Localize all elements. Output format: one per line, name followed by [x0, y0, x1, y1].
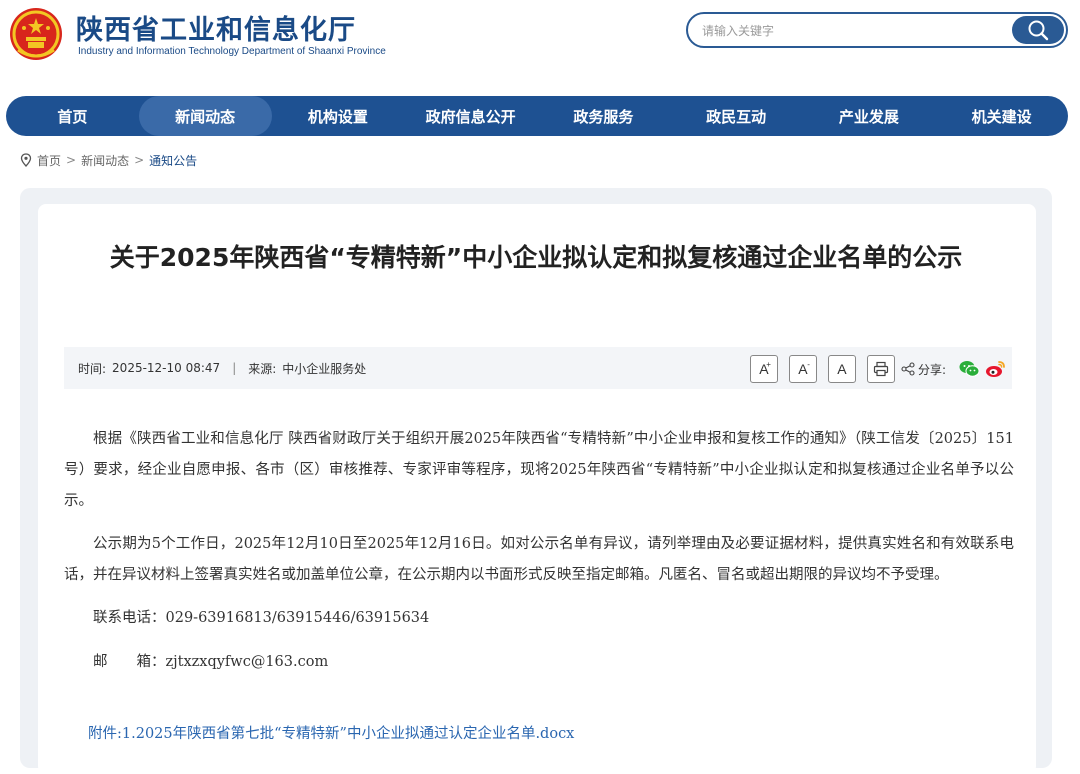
publish-time: 2025-12-10 08:47	[112, 361, 221, 375]
font-increase-sup: +	[766, 360, 771, 369]
weibo-icon[interactable]	[984, 358, 1006, 380]
breadcrumb: 首页 > 新闻动态 > 通知公告	[20, 150, 197, 170]
breadcrumb-separator: >	[134, 153, 145, 167]
nav-item-industry[interactable]: 产业发展	[803, 96, 936, 136]
font-reset-label: A	[837, 361, 847, 377]
breadcrumb-home[interactable]: 首页	[37, 152, 61, 169]
national-emblem-icon	[10, 8, 62, 60]
nav-item-gov-info[interactable]: 政府信息公开	[404, 96, 537, 136]
contact-phone: 联系电话：029-63916813/63915446/63915634	[93, 610, 430, 626]
nav-item-news[interactable]: 新闻动态	[138, 96, 272, 136]
nav-item-home[interactable]: 首页	[6, 96, 139, 136]
font-decrease-sup: -	[807, 360, 810, 369]
article-paragraph: 根据《陕西省工业和信息化厅 陕西省财政厅关于组织开展2025年陕西省“专精特新”…	[64, 431, 1014, 509]
nav-item-interaction[interactable]: 政民互动	[670, 96, 803, 136]
search-icon	[1028, 20, 1049, 41]
print-icon	[873, 361, 889, 377]
breadcrumb-separator: >	[66, 153, 77, 167]
site-subtitle: Industry and Information Technology Depa…	[78, 46, 386, 57]
search-button[interactable]	[1012, 16, 1064, 44]
share-label: 分享:	[917, 362, 946, 377]
wechat-icon[interactable]	[958, 358, 980, 380]
share-area: 分享:	[901, 361, 946, 378]
nav-item-gov-service[interactable]: 政务服务	[537, 96, 670, 136]
article-title: 关于2025年陕西省“专精特新”中小企业拟认定和拟复核通过企业名单的公示	[109, 243, 963, 272]
nav-item-organization[interactable]: 机构设置	[272, 96, 405, 136]
search-input[interactable]	[702, 20, 1002, 42]
search-box	[686, 12, 1068, 48]
font-increase-button[interactable]: A +	[749, 355, 778, 383]
font-decrease-button[interactable]: A -	[788, 355, 817, 383]
main-nav: 首页 新闻动态 机构设置 政府信息公开 政务服务 政民互动 产业发展 机关建设	[6, 96, 1068, 136]
location-pin-icon	[20, 153, 32, 167]
attachment-link[interactable]: 附件:1.2025年陕西省第七批“专精特新”中小企业拟通过认定企业名单.docx	[88, 722, 574, 743]
source-label: 来源:	[248, 361, 277, 376]
article-tools: A + A - A 分享:	[749, 355, 1006, 383]
print-button[interactable]	[866, 355, 895, 383]
font-decrease-label: A	[798, 361, 808, 377]
font-reset-button[interactable]: A	[827, 355, 856, 383]
meta-divider: |	[232, 361, 237, 375]
article-paragraph: 公示期为5个工作日，2025年12月10日至2025年12月16日。如对公示名单…	[64, 536, 1014, 583]
article-meta-bar: 时间: 2025-12-10 08:47 | 来源: 中小企业服务处 A + A…	[64, 347, 1012, 389]
breadcrumb-notices[interactable]: 通知公告	[149, 152, 197, 169]
article-body: 根据《陕西省工业和信息化厅 陕西省财政厅关于组织开展2025年陕西省“专精特新”…	[64, 424, 1014, 691]
site-title: 陕西省工业和信息化厅	[76, 15, 356, 46]
breadcrumb-news[interactable]: 新闻动态	[81, 152, 129, 169]
nav-item-party[interactable]: 机关建设	[935, 96, 1068, 136]
contact-email: 邮 箱：zjtxzxqyfwc@163.com	[93, 654, 329, 670]
site-header: 陕西省工业和信息化厅 Industry and Information Tech…	[0, 0, 1080, 80]
share-icon	[901, 362, 915, 376]
time-label: 时间:	[78, 361, 107, 376]
article-meta: 时间: 2025-12-10 08:47 | 来源: 中小企业服务处	[78, 347, 366, 389]
article-source: 中小企业服务处	[282, 361, 367, 376]
